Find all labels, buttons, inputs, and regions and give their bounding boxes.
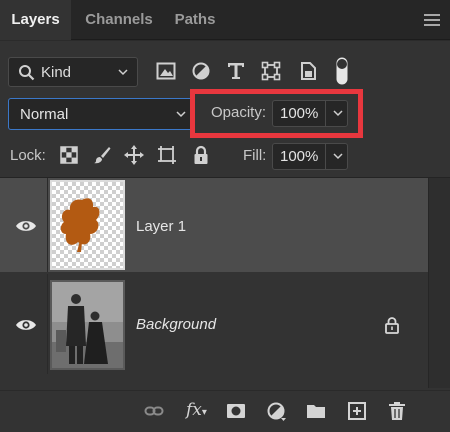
layers-footer-toolbar <box>0 390 450 432</box>
image-filter-icon[interactable] <box>156 61 176 81</box>
filter-kind-dropdown[interactable]: Kind <box>8 57 138 87</box>
field-divider <box>325 101 326 126</box>
lock-image-pixels-icon[interactable] <box>92 145 112 165</box>
eye-icon[interactable] <box>15 219 37 233</box>
chevron-down-icon <box>118 69 128 76</box>
fill-value: 100% <box>280 148 319 165</box>
panel-menu-icon[interactable] <box>424 14 440 26</box>
filter-toggle-icon[interactable] <box>336 57 348 85</box>
tab-layers[interactable]: Layers <box>0 0 71 40</box>
lock-transparent-pixels-icon[interactable] <box>59 145 79 165</box>
shape-filter-icon[interactable] <box>261 61 281 81</box>
lock-all-icon[interactable] <box>191 145 211 165</box>
smart-object-filter-icon[interactable] <box>298 61 318 81</box>
opacity-label: Opacity: <box>211 104 267 121</box>
fill-label: Fill: <box>243 147 267 164</box>
new-group-icon[interactable] <box>306 401 326 421</box>
new-layer-icon[interactable] <box>347 401 367 421</box>
panel-tab-bar: Layers Channels Paths <box>0 0 450 40</box>
chevron-down-icon <box>176 111 186 118</box>
opacity-field[interactable]: 100% <box>272 100 348 127</box>
fx-icon[interactable]: fx▾ <box>186 400 207 420</box>
layer-name[interactable]: Layer 1 <box>136 218 186 235</box>
filter-kind-label: Kind <box>41 64 72 81</box>
type-filter-icon[interactable] <box>226 61 246 81</box>
fill-field[interactable]: 100% <box>272 143 348 170</box>
eye-icon[interactable] <box>15 318 37 332</box>
transparency-checkerboard <box>52 182 123 268</box>
adjustment-filter-icon[interactable] <box>191 61 211 81</box>
tab-channels[interactable]: Channels <box>74 0 164 40</box>
blend-mode-dropdown[interactable]: Normal <box>8 98 194 130</box>
lock-position-icon[interactable] <box>124 145 144 165</box>
blend-mode-value: Normal <box>20 106 69 123</box>
lock-label: Lock: <box>10 147 46 164</box>
fill-chevron-icon[interactable] <box>332 147 344 165</box>
link-layers-icon[interactable] <box>144 401 164 421</box>
layer-row-background[interactable]: Background <box>0 274 428 374</box>
leaf-shape-thumbnail <box>60 198 100 252</box>
opacity-value: 100% <box>280 105 319 122</box>
add-mask-icon[interactable] <box>226 401 246 421</box>
layer-thumbnail[interactable] <box>50 280 125 370</box>
layer-name[interactable]: Background <box>136 316 216 333</box>
search-icon <box>19 65 35 81</box>
tab-paths[interactable]: Paths <box>166 0 224 40</box>
field-divider <box>325 144 326 169</box>
vintage-photo-thumbnail <box>52 282 123 368</box>
layer-row-layer-1[interactable]: Layer 1 <box>0 178 428 272</box>
layer-lock-icon <box>385 317 399 334</box>
layer-thumbnail[interactable] <box>50 180 125 270</box>
adjustment-layer-icon[interactable] <box>266 401 286 421</box>
artboard-lock-icon[interactable] <box>157 145 177 165</box>
opacity-chevron-icon[interactable] <box>332 104 344 122</box>
delete-layer-icon[interactable] <box>387 401 407 421</box>
scrollbar[interactable] <box>428 178 450 388</box>
